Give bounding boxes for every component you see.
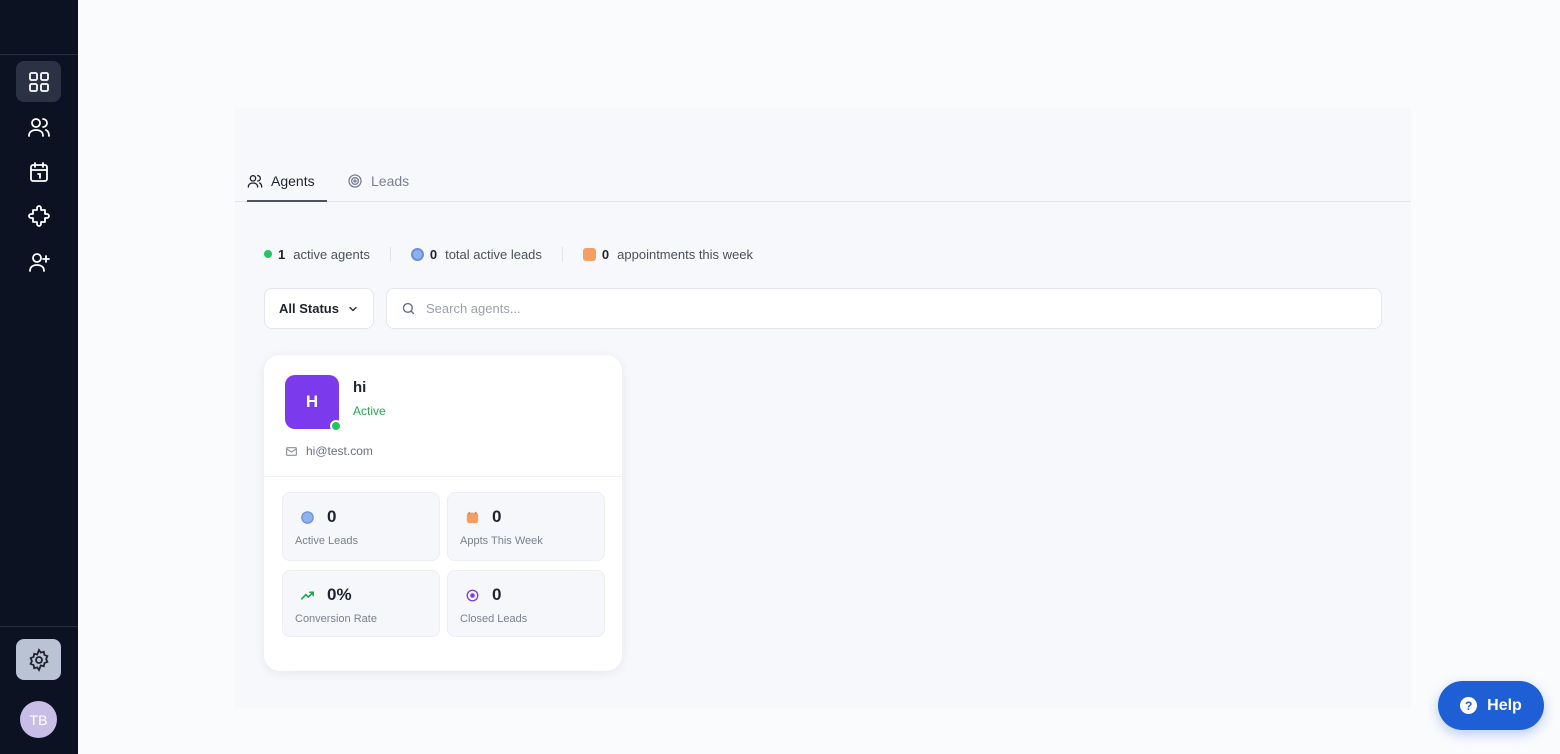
mail-icon bbox=[286, 446, 297, 456]
agent-name: hi bbox=[353, 379, 367, 396]
metric-value: 0% bbox=[327, 585, 352, 604]
sidebar: TB bbox=[0, 0, 78, 754]
metric-closed: 0 Closed Leads bbox=[447, 570, 605, 637]
target-icon bbox=[348, 173, 362, 188]
card-divider bbox=[264, 476, 622, 477]
online-indicator bbox=[330, 420, 342, 432]
sidebar-item-integrations[interactable] bbox=[16, 196, 61, 237]
user-plus-icon bbox=[28, 252, 50, 272]
search-icon bbox=[402, 302, 415, 315]
search-input[interactable] bbox=[426, 301, 1326, 316]
sidebar-divider bbox=[0, 626, 78, 627]
filter-label: All Status bbox=[279, 301, 339, 316]
stats-bar: 1 active agents 0 total active leads 0 a… bbox=[264, 243, 753, 265]
calendar-icon bbox=[582, 247, 596, 261]
agent-avatar: H bbox=[285, 375, 342, 432]
calendar-icon bbox=[29, 161, 48, 182]
stat-label: active agents bbox=[293, 246, 370, 262]
users-icon bbox=[27, 117, 50, 137]
stat-label: total active leads bbox=[445, 246, 542, 262]
target-icon bbox=[410, 247, 424, 261]
metric-label: Closed Leads bbox=[460, 613, 528, 625]
agent-initial: H bbox=[305, 392, 319, 411]
users-icon bbox=[247, 174, 263, 188]
settings-button[interactable] bbox=[16, 639, 61, 680]
status-dot-icon bbox=[264, 250, 272, 258]
help-button[interactable]: ? Help bbox=[1438, 681, 1544, 730]
metric-value: 0 bbox=[492, 585, 502, 604]
sidebar-divider bbox=[0, 54, 78, 55]
stat-appointments: 0 appointments this week bbox=[561, 246, 754, 262]
metric-label: Conversion Rate bbox=[295, 613, 377, 625]
check-circle-icon bbox=[466, 589, 479, 602]
tab-label: Leads bbox=[371, 172, 410, 189]
stat-active-agents: 1 active agents bbox=[264, 247, 390, 262]
agent-status: Active bbox=[353, 404, 386, 418]
stat-label: appointments this week bbox=[617, 246, 754, 262]
target-icon bbox=[301, 511, 314, 524]
sidebar-item-agents[interactable] bbox=[16, 106, 61, 147]
stat-value: 0 bbox=[601, 246, 610, 262]
chevron-down-icon bbox=[349, 306, 357, 311]
stat-value: 0 bbox=[429, 246, 438, 262]
tab-leads[interactable]: Leads bbox=[347, 160, 409, 201]
grid-icon bbox=[28, 71, 49, 92]
sidebar-item-calendar[interactable] bbox=[16, 151, 61, 192]
sidebar-item-dashboard[interactable] bbox=[16, 61, 61, 102]
puzzle-icon bbox=[27, 204, 50, 227]
metric-appts-week: 0 Appts This Week bbox=[447, 492, 605, 561]
metric-value: 0 bbox=[492, 507, 502, 526]
email-text: hi@test.com bbox=[306, 444, 373, 458]
stat-value: 1 bbox=[278, 246, 286, 262]
sidebar-item-invite[interactable] bbox=[16, 241, 61, 282]
metric-conversion: 0% Conversion Rate bbox=[282, 570, 440, 637]
metric-active-leads: 0 Active Leads bbox=[282, 492, 440, 561]
calendar-icon bbox=[466, 511, 479, 524]
trending-up-icon bbox=[301, 591, 314, 600]
status-filter-dropdown[interactable]: All Status bbox=[264, 288, 374, 329]
metric-value: 0 bbox=[327, 507, 337, 526]
tab-label: Agents bbox=[271, 172, 315, 189]
agent-email: hi@test.com bbox=[285, 444, 373, 458]
gear-icon bbox=[28, 647, 49, 672]
user-avatar[interactable]: TB bbox=[20, 701, 57, 738]
tab-agents[interactable]: Agents bbox=[247, 160, 327, 202]
help-label: Help bbox=[1487, 696, 1522, 714]
question-icon: ? bbox=[1460, 697, 1478, 714]
metric-label: Appts This Week bbox=[460, 535, 543, 547]
metric-label: Active Leads bbox=[295, 535, 358, 547]
tab-bar: Agents Leads bbox=[235, 160, 1411, 202]
stat-total-leads: 0 total active leads bbox=[389, 246, 562, 262]
agent-card[interactable]: H hi Active hi@test.com 0 Active Leads 0… bbox=[264, 355, 622, 671]
search-box bbox=[386, 288, 1382, 329]
